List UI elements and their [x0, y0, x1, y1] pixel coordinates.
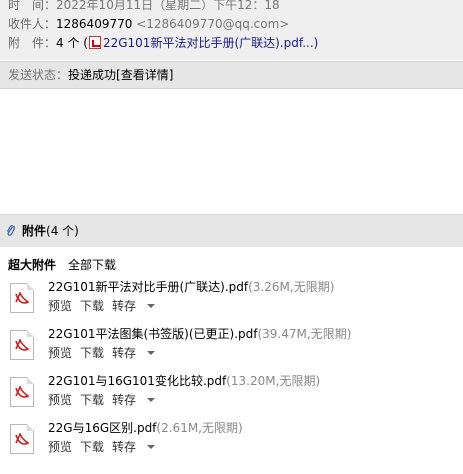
save-to-label: 转存 — [112, 440, 137, 454]
status-details-link[interactable]: [查看详情] — [116, 68, 173, 82]
mail-header: 时 间：2022年10月11日（星期二）下午12：18 收件人：12864097… — [0, 0, 463, 60]
attach-first-link[interactable]: 22G101新平法对比手册(广联达).pdf...) — [103, 36, 318, 50]
attach-count: 4 个 ( — [56, 36, 88, 50]
attachments-count: (4 个) — [46, 224, 79, 238]
caret-down-icon — [147, 304, 156, 308]
send-status-bar: 发送状态：投递成功[查看详情] — [0, 61, 463, 89]
download-button[interactable]: 下载 — [80, 393, 104, 407]
status-label: 发送状态： — [8, 68, 69, 82]
save-to-button[interactable]: 转存 — [112, 299, 156, 313]
download-all-link[interactable]: 全部下载 — [68, 258, 116, 272]
attachment-item: 22G101平法图集(书签版)(已更正).pdf(39.47M,无限期) 预览下… — [10, 324, 450, 368]
recipient-row: 收件人：1286409770 <1286409770@qq.com> — [8, 15, 289, 33]
time-value: 2022年10月11日（星期二）下午12：18 — [56, 0, 280, 12]
time-label: 时 间： — [8, 0, 57, 12]
save-to-button[interactable]: 转存 — [112, 440, 156, 454]
attachment-item: 22G101与16G101变化比较.pdf(13.20M,无限期) 预览 下载 转存 — [10, 371, 450, 415]
save-to-label: 转存 — [112, 393, 137, 407]
recipient-email: <1286409770@qq.com> — [136, 17, 290, 31]
save-to-label: 转存 — [112, 346, 137, 360]
pdf-icon — [88, 36, 101, 49]
download-button[interactable]: 下载 — [80, 440, 104, 454]
caret-down-icon — [147, 398, 156, 402]
pdf-file-icon — [10, 377, 34, 407]
save-to-button[interactable]: 转存 — [112, 346, 156, 360]
file-meta: (3.26M,无限期) — [248, 280, 335, 294]
attachment-item: 22G101新平法对比手册(广联达).pdf(3.26M,无限期) 预览 下载 转存 — [10, 277, 450, 321]
download-button[interactable]: 下载 — [80, 299, 104, 313]
time-row: 时 间：2022年10月11日（星期二）下午12：18 — [8, 0, 280, 14]
attachment-tabs: 超大附件 全部下载 — [8, 257, 116, 273]
download-button[interactable]: 下载 — [80, 346, 104, 360]
attach-label: 附 件： — [8, 36, 57, 50]
caret-down-icon — [147, 445, 156, 449]
file-meta: (39.47M,无限期) — [257, 327, 352, 341]
paperclip-icon — [6, 225, 15, 236]
pdf-file-icon — [10, 330, 34, 360]
file-name[interactable]: 22G与16G区别.pdf — [48, 421, 156, 435]
status-value: 投递成功 — [68, 68, 117, 82]
recipient-label: 收件人： — [8, 17, 57, 31]
attach-row: 附 件：4 个 ( 22G101新平法对比手册(广联达).pdf...) — [8, 34, 318, 52]
attachments-title: 附件 — [22, 224, 47, 238]
caret-down-icon — [147, 351, 156, 355]
pdf-file-icon — [10, 424, 34, 454]
file-name[interactable]: 22G101与16G101变化比较.pdf — [48, 374, 226, 388]
save-to-button[interactable]: 转存 — [112, 393, 156, 407]
preview-button[interactable]: 预览 — [48, 393, 72, 407]
file-meta: (2.61M,无限期) — [156, 421, 243, 435]
recipient-name[interactable]: 1286409770 — [56, 17, 132, 31]
file-name[interactable]: 22G101平法图集(书签版)(已更正).pdf — [48, 327, 257, 341]
attachment-item: 22G与16G区别.pdf(2.61M,无限期) 预览 下载 转存 — [10, 418, 450, 462]
preview-button[interactable]: 预览 — [48, 299, 72, 313]
file-name[interactable]: 22G101新平法对比手册(广联达).pdf — [48, 280, 248, 294]
pdf-file-icon — [10, 283, 34, 313]
preview-button[interactable]: 预览 — [48, 440, 72, 454]
tab-large-attachments[interactable]: 超大附件 — [8, 258, 56, 272]
preview-button[interactable]: 预览 — [48, 346, 72, 360]
save-to-label: 转存 — [112, 299, 137, 313]
attachments-bar: 附件(4 个) — [0, 214, 463, 247]
file-meta: (13.20M,无限期) — [226, 374, 321, 388]
